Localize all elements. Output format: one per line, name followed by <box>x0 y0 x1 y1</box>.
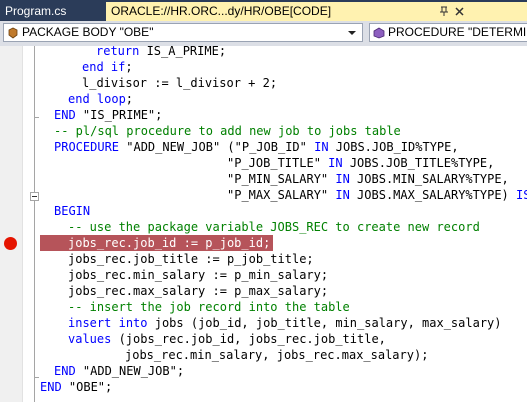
keyword: IS <box>516 188 527 202</box>
code-text: "OBE"; <box>61 380 113 394</box>
keyword: into <box>118 316 148 330</box>
code-text: IS_A_PRIME; <box>139 44 227 58</box>
code-editor[interactable]: return IS_A_PRIME; end if; l_divisor := … <box>0 43 527 402</box>
fold-end-marker <box>34 117 39 118</box>
code-text: JOBS.JOB_TITLE%TYPE, <box>342 156 495 170</box>
code-line: END "ADD_NEW_JOB"; <box>54 363 184 379</box>
code-line: BEGIN <box>54 204 91 218</box>
breakpoint-margin[interactable] <box>0 46 23 402</box>
code-text: jobs (job_id, job_title, min_salary, max… <box>147 316 502 330</box>
code-text: "P_MAX_SALARY" <box>227 188 336 202</box>
code-text: "P_MIN_SALARY" <box>227 172 336 186</box>
code-text: "ADD_NEW_JOB" ("P_JOB_ID" <box>119 140 315 154</box>
code-text: "ADD_NEW_JOB"; <box>75 364 185 378</box>
close-icon[interactable] <box>455 7 464 16</box>
chevron-down-icon[interactable] <box>348 31 356 35</box>
code-line: END "IS_PRIME"; <box>54 107 162 123</box>
code-text: JOBS.MAX_SALARY%TYPE) <box>349 188 516 202</box>
package-icon <box>8 27 18 39</box>
package-dropdown-label: PACKAGE BODY "OBE" <box>22 25 154 39</box>
keyword: PROCEDURE <box>54 140 120 154</box>
package-dropdown[interactable]: PACKAGE BODY "OBE" <box>3 23 363 42</box>
code-line: return IS_A_PRIME; <box>96 43 226 59</box>
code-text: "P_JOB_TITLE" <box>227 156 329 170</box>
code-line: "P_JOB_TITLE" IN JOBS.JOB_TITLE%TYPE, <box>227 155 494 171</box>
keyword: IN <box>335 188 350 202</box>
code-text: ; <box>125 60 133 74</box>
keyword: END <box>40 380 62 394</box>
code-text: (jobs_rec.job_id, jobs_rec.job_title, <box>111 332 386 346</box>
code-line: jobs_rec.max_salary := p_max_salary; <box>68 284 329 298</box>
code-line: END "OBE"; <box>40 379 112 395</box>
keyword: values <box>68 332 112 346</box>
code-line: "P_MAX_SALARY" IN JOBS.MAX_SALARY%TYPE) … <box>227 187 527 203</box>
tab-label: Program.cs <box>5 4 67 18</box>
outline-fold-line <box>34 46 35 402</box>
code-line: l_divisor := l_divisor + 2; <box>82 76 278 90</box>
tab-label: ORACLE://HR.ORC...dy/HR/OBE[CODE] <box>111 4 332 18</box>
code-line: "P_MIN_SALARY" IN JOBS.MIN_SALARY%TYPE, <box>227 171 509 187</box>
comment-line: -- pl/sql procedure to add new job to jo… <box>54 124 401 138</box>
comment-line: -- use the package variable JOBS_REC to … <box>68 220 480 234</box>
code-line: jobs_rec.min_salary := p_min_salary; <box>68 268 329 282</box>
keyword: return <box>96 44 140 58</box>
keyword: IN <box>328 156 343 170</box>
keyword: IN <box>335 172 350 186</box>
code-line: end if; <box>82 59 133 75</box>
pin-icon[interactable] <box>439 6 449 17</box>
breakpoint-icon[interactable] <box>4 237 17 250</box>
procedure-icon <box>373 27 385 39</box>
keyword: end if <box>82 60 126 74</box>
procedure-dropdown[interactable]: PROCEDURE "DETERMINE <box>369 23 527 42</box>
fold-end-marker <box>34 377 39 378</box>
keyword: end loop <box>68 92 126 106</box>
tab-program-cs[interactable]: Program.cs <box>0 2 104 21</box>
code-line: end loop; <box>68 91 133 107</box>
keyword: insert <box>68 316 112 330</box>
code-text: JOBS.MIN_SALARY%TYPE, <box>349 172 509 186</box>
code-line: jobs_rec.min_salary, jobs_rec.max_salary… <box>125 348 429 362</box>
collapse-icon[interactable] <box>30 192 39 201</box>
code-line: values (jobs_rec.job_id, jobs_rec.job_ti… <box>68 331 386 347</box>
breakpoint-line: jobs_rec.job_id := p_job_id; <box>40 235 274 251</box>
keyword: END <box>54 108 76 122</box>
document-tab-bar: Program.cs ORACLE://HR.ORC...dy/HR/OBE[C… <box>0 0 527 21</box>
code-line: jobs_rec.job_title := p_job_title; <box>68 252 314 266</box>
code-line: PROCEDURE "ADD_NEW_JOB" ("P_JOB_ID" IN J… <box>54 139 459 155</box>
code-text: JOBS.JOB_ID%TYPE, <box>328 140 459 154</box>
keyword: IN <box>314 140 329 154</box>
code-lines: return IS_A_PRIME; end if; l_divisor := … <box>40 43 527 402</box>
tab-oracle-obe[interactable]: ORACLE://HR.ORC...dy/HR/OBE[CODE] <box>106 2 527 21</box>
procedure-dropdown-label: PROCEDURE "DETERMINE <box>388 25 527 39</box>
keyword: END <box>54 364 76 378</box>
code-text: ; <box>125 92 134 106</box>
comment-line: -- insert the job record into the table <box>68 300 350 314</box>
code-text: "IS_PRIME"; <box>75 108 163 122</box>
code-line: insert into jobs (job_id, job_title, min… <box>68 315 502 331</box>
